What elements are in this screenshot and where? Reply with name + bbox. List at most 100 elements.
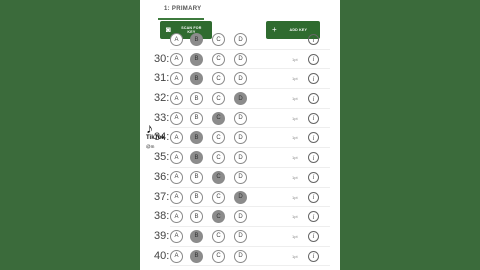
answer-bubble-d[interactable]: D bbox=[234, 190, 247, 204]
points-label: 1pt bbox=[292, 174, 298, 180]
answer-bubble-b[interactable]: B bbox=[190, 151, 203, 165]
answer-row: 33: A B C D 1pt i bbox=[140, 109, 340, 129]
answer-bubble-a[interactable]: A bbox=[170, 33, 183, 46]
answer-bubble-b[interactable]: B bbox=[190, 131, 203, 145]
answer-bubble-b[interactable]: B bbox=[190, 111, 203, 125]
answer-bubble-a[interactable]: A bbox=[170, 229, 183, 243]
answer-bubble-a[interactable]: A bbox=[170, 72, 183, 86]
answer-bubble-d[interactable]: D bbox=[234, 170, 247, 184]
phone-screen: 1: PRIMARY ◙ SCAN FOR KEY + ADD KEY ABCD… bbox=[140, 0, 340, 270]
answer-row: 30: A B C D 1pt i bbox=[140, 50, 340, 70]
answer-bubble-a[interactable]: A bbox=[170, 92, 183, 106]
answer-bubble-c[interactable]: C bbox=[212, 72, 225, 86]
question-number: 35: bbox=[154, 151, 170, 164]
tab-indicator bbox=[158, 18, 204, 20]
answer-bubble-a[interactable]: A bbox=[170, 210, 183, 224]
answer-row: 37: A B C D 1pt i bbox=[140, 188, 340, 208]
answer-bubble-d[interactable]: D bbox=[234, 151, 247, 165]
answer-bubble-c[interactable]: C bbox=[212, 92, 225, 106]
answer-bubble-c[interactable]: C bbox=[212, 151, 225, 165]
tab-bar: 1: PRIMARY bbox=[140, 0, 340, 20]
answer-bubble-c[interactable]: C bbox=[212, 170, 225, 184]
info-icon[interactable]: i bbox=[308, 152, 319, 164]
answer-bubble-a[interactable]: A bbox=[170, 151, 183, 165]
info-icon[interactable]: i bbox=[308, 132, 319, 144]
answer-bubble-b[interactable]: B bbox=[190, 170, 203, 184]
answer-bubble-d[interactable]: D bbox=[234, 92, 247, 106]
points-label: 1pt bbox=[292, 233, 298, 239]
info-icon[interactable]: i bbox=[308, 230, 319, 242]
points-label: 1pt bbox=[292, 214, 298, 220]
answer-row: 36: A B C D 1pt i bbox=[140, 168, 340, 188]
info-icon[interactable]: i bbox=[308, 171, 319, 183]
answer-bubble-a[interactable]: A bbox=[170, 249, 183, 263]
answer-bubble-c[interactable]: C bbox=[212, 131, 225, 145]
question-number: 39: bbox=[154, 229, 170, 242]
info-icon[interactable]: i bbox=[308, 34, 319, 45]
answer-bubble-a[interactable]: A bbox=[170, 170, 183, 184]
answer-row: 34: A B C D 1pt i bbox=[140, 128, 340, 149]
answer-bubble-b[interactable]: B bbox=[190, 229, 203, 243]
answer-bubble-a[interactable]: A bbox=[170, 190, 183, 204]
points-label: 1pt bbox=[292, 253, 298, 259]
answer-bubble-d[interactable]: D bbox=[234, 111, 247, 125]
right-backdrop bbox=[340, 0, 480, 270]
answer-rows: A B C Di 30: A B C D 1pt i 31: A B C D 1pt i 32: A B C D 1pt i 33… bbox=[140, 33, 340, 267]
answer-bubble-d[interactable]: D bbox=[234, 249, 247, 263]
answer-bubble-c[interactable]: C bbox=[212, 229, 225, 243]
answer-row: 39: A B C D 1pt i bbox=[140, 227, 340, 247]
answer-row: 40: A B C D 1pt i bbox=[140, 247, 340, 267]
points-label: 1pt bbox=[292, 135, 298, 141]
points-label: 1pt bbox=[292, 115, 298, 121]
info-icon[interactable]: i bbox=[308, 191, 319, 203]
question-number: 38: bbox=[154, 210, 170, 223]
answer-bubble-c[interactable]: C bbox=[212, 52, 225, 66]
scan-label-line1: SCAN FOR bbox=[181, 25, 202, 30]
answer-bubble-d[interactable]: D bbox=[234, 131, 247, 145]
answer-row: 38: A B C D 1pt i bbox=[140, 207, 340, 227]
answer-bubble-b[interactable]: B bbox=[190, 33, 203, 46]
answer-bubble-b[interactable]: B bbox=[190, 52, 203, 66]
answer-bubble-d[interactable]: D bbox=[234, 229, 247, 243]
answer-bubble-c[interactable]: C bbox=[212, 190, 225, 204]
left-backdrop bbox=[0, 0, 140, 270]
points-label: 1pt bbox=[292, 76, 298, 82]
question-number: 34: bbox=[154, 131, 170, 144]
answer-bubble-d[interactable]: D bbox=[234, 33, 247, 46]
answer-bubble-b[interactable]: B bbox=[190, 72, 203, 86]
answer-bubble-b[interactable]: B bbox=[190, 210, 203, 224]
question-number: 30: bbox=[154, 52, 170, 65]
answer-bubble-a[interactable]: A bbox=[170, 52, 183, 66]
answer-bubble-d[interactable]: D bbox=[234, 210, 247, 224]
info-icon[interactable]: i bbox=[308, 112, 319, 124]
answer-bubble-c[interactable]: C bbox=[212, 249, 225, 263]
answer-bubble-c[interactable]: C bbox=[212, 210, 225, 224]
question-number: 37: bbox=[154, 190, 170, 203]
question-number: 36: bbox=[154, 170, 170, 183]
row-divider bbox=[170, 265, 330, 267]
tab-primary[interactable]: 1: PRIMARY bbox=[164, 6, 201, 12]
info-icon[interactable]: i bbox=[308, 93, 319, 105]
points-label: 1pt bbox=[292, 56, 298, 62]
info-icon[interactable]: i bbox=[308, 53, 319, 65]
points-label: 1pt bbox=[292, 194, 298, 200]
points-label: 1pt bbox=[292, 96, 298, 102]
question-number: 33: bbox=[154, 111, 170, 124]
answer-bubble-b[interactable]: B bbox=[190, 92, 203, 106]
answer-row: 31: A B C D 1pt i bbox=[140, 69, 340, 90]
answer-bubble-b[interactable]: B bbox=[190, 190, 203, 204]
answer-bubble-c[interactable]: C bbox=[212, 33, 225, 46]
answer-bubble-a[interactable]: A bbox=[170, 131, 183, 145]
answer-bubble-c[interactable]: C bbox=[212, 111, 225, 125]
info-icon[interactable]: i bbox=[308, 73, 319, 85]
info-icon[interactable]: i bbox=[308, 250, 319, 262]
points-label: 1pt bbox=[292, 155, 298, 161]
question-number: 31: bbox=[154, 72, 170, 85]
answer-bubble-d[interactable]: D bbox=[234, 52, 247, 66]
answer-bubble-b[interactable]: B bbox=[190, 249, 203, 263]
answer-bubble-a[interactable]: A bbox=[170, 111, 183, 125]
info-icon[interactable]: i bbox=[308, 211, 319, 223]
question-number: 40: bbox=[154, 249, 170, 262]
answer-bubble-d[interactable]: D bbox=[234, 72, 247, 86]
answer-row: ABCDi bbox=[140, 30, 340, 50]
